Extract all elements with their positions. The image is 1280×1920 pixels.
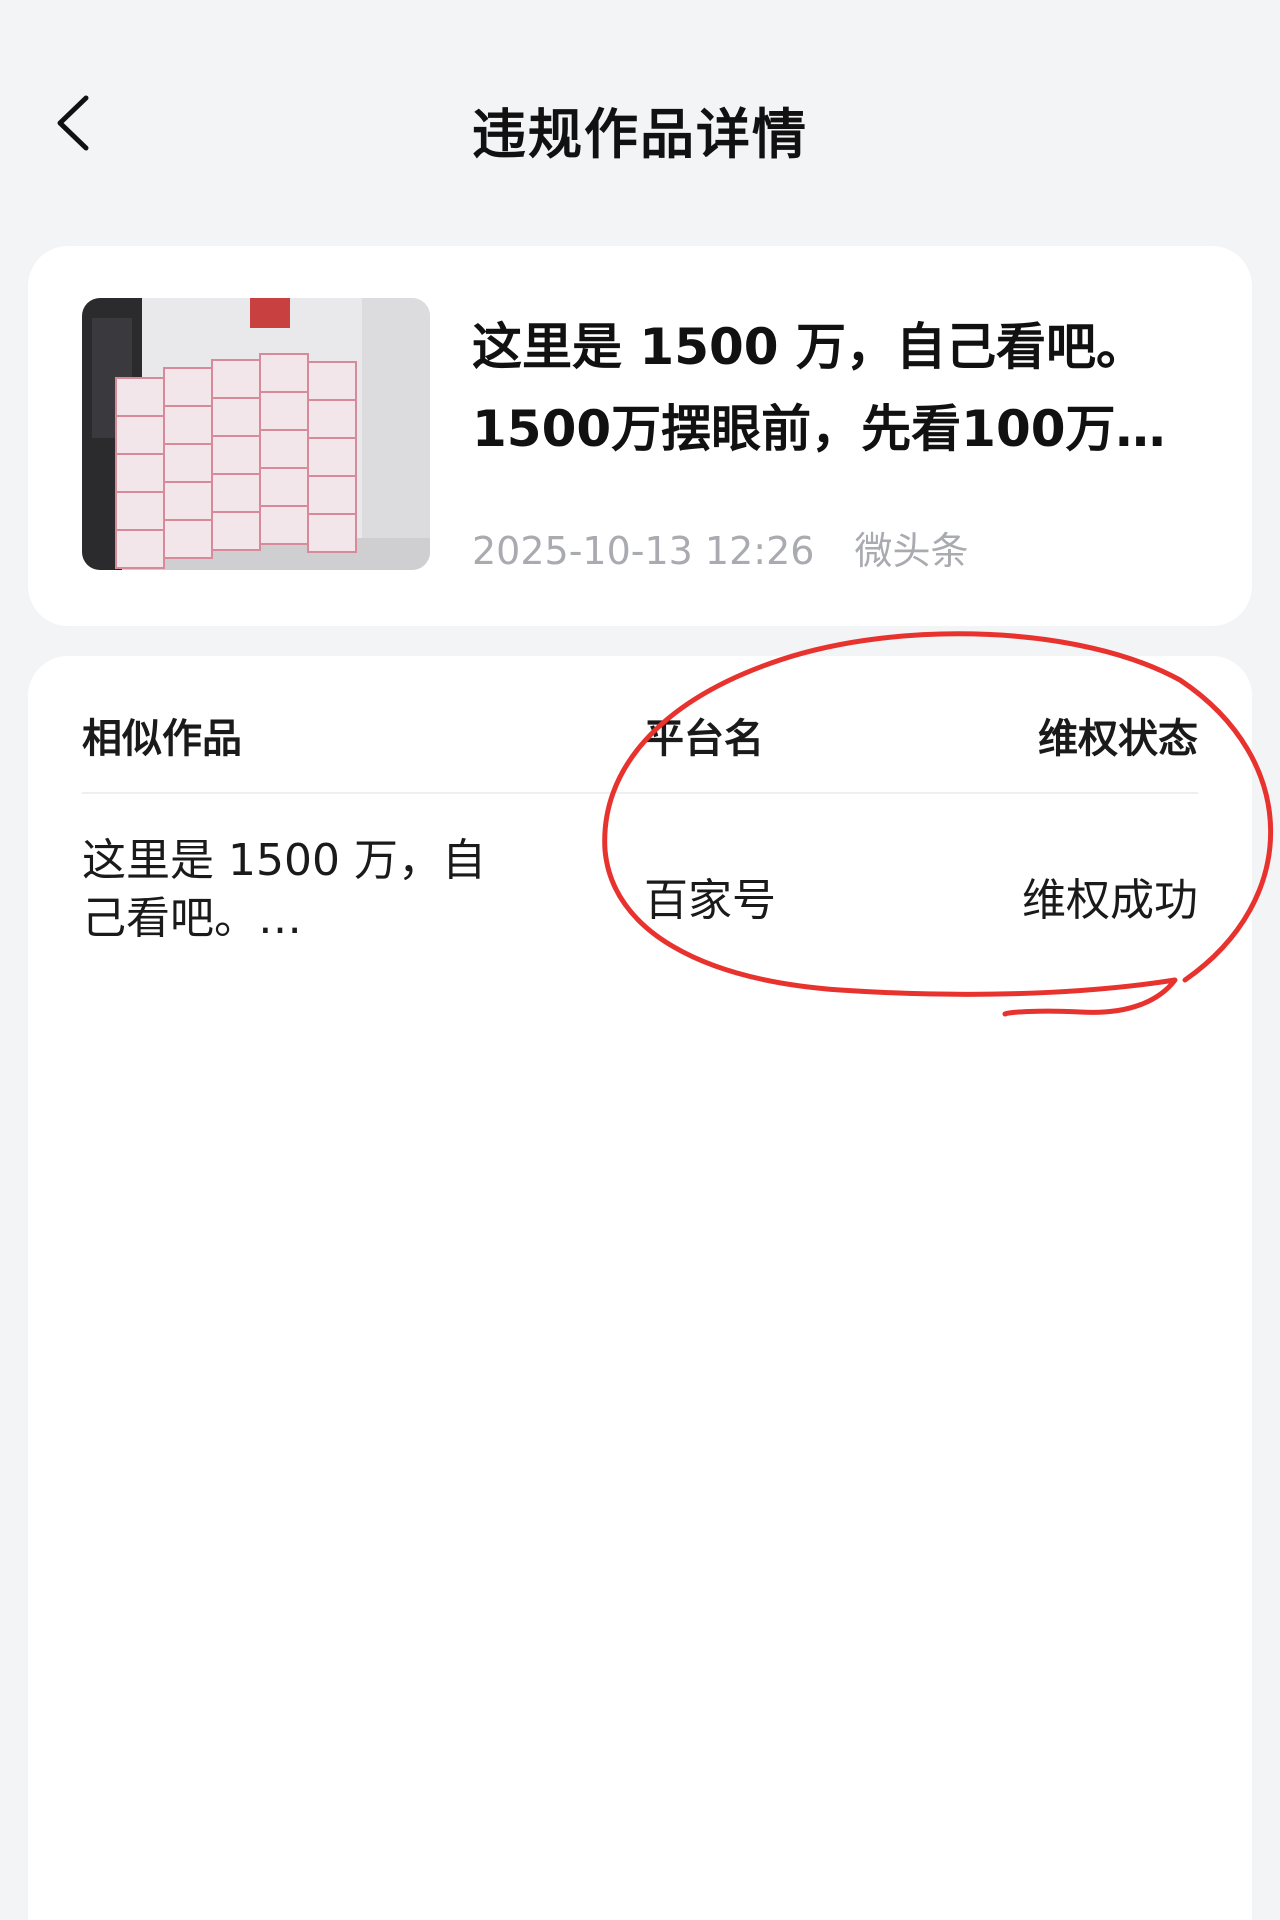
rights-status: 维权成功: [1022, 875, 1198, 926]
work-thumbnail[interactable]: [82, 298, 430, 570]
page: 违规作品详情 这里是 1500 万，自己看吧。1500万摆眼前，先看100万… …: [0, 0, 1280, 1920]
work-title[interactable]: 这里是 1500 万，自己看吧。1500万摆眼前，先看100万…: [472, 306, 1212, 470]
platform-name: 百家号: [644, 875, 776, 926]
table-row[interactable]: 这里是 1500 万，自己看吧。… 百家号 维权成功: [28, 832, 1252, 952]
column-header-similar-work: 相似作品: [82, 716, 242, 762]
work-source: 微头条: [854, 529, 969, 573]
page-title: 违规作品详情: [472, 103, 808, 166]
work-card[interactable]: 这里是 1500 万，自己看吧。1500万摆眼前，先看100万… 2025-10…: [28, 246, 1252, 626]
column-header-platform: 平台名: [644, 716, 764, 762]
header-divider: [82, 792, 1198, 794]
similar-works-card: 相似作品 平台名 维权状态 这里是 1500 万，自己看吧。… 百家号 维权成功: [28, 656, 1252, 1920]
work-date: 2025-10-13 12:26: [472, 529, 815, 573]
nav-header: 违规作品详情: [0, 60, 1280, 180]
similar-work-title[interactable]: 这里是 1500 万，自己看吧。…: [82, 832, 512, 948]
column-header-status: 维权状态: [1038, 716, 1198, 762]
work-meta: 2025-10-13 12:26 微头条: [472, 520, 968, 575]
